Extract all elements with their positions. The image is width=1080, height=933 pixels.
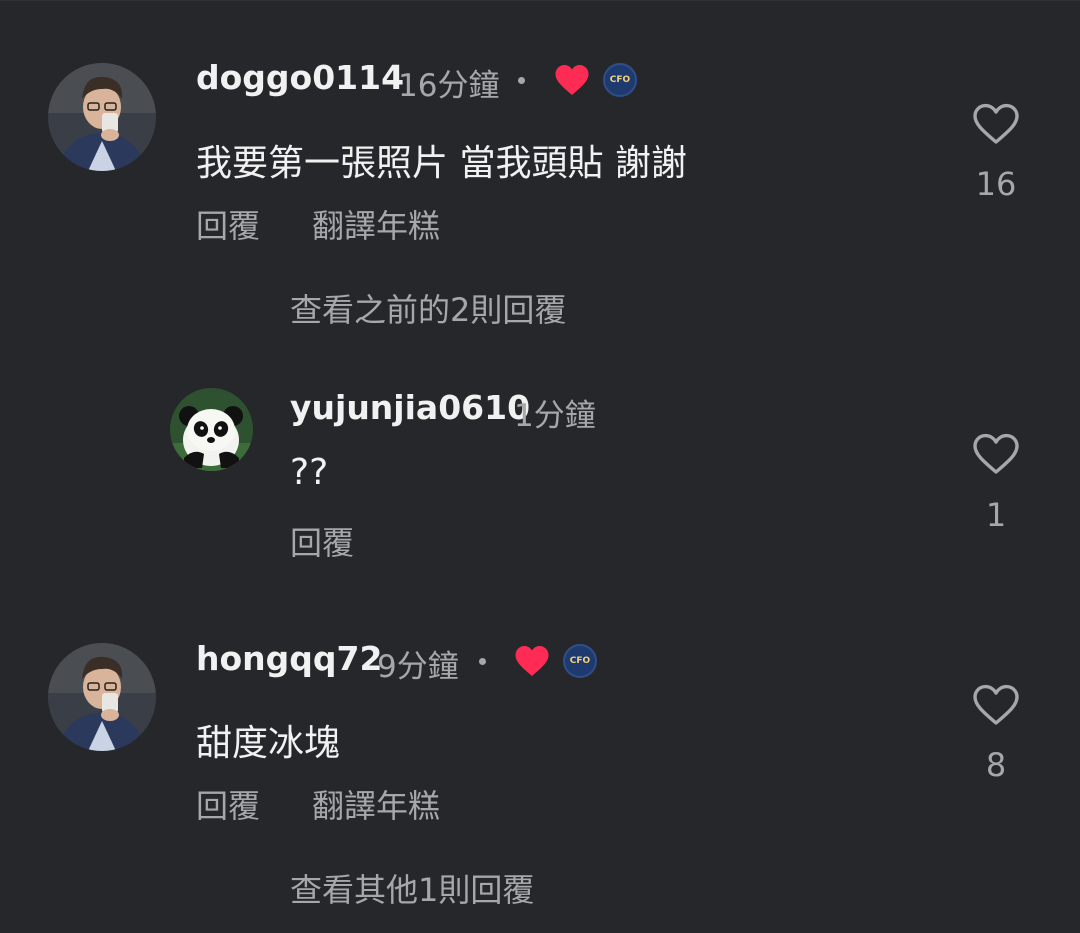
like-heart-icon[interactable] [972,102,1020,146]
comments-panel: doggo0114 16分鐘 CFO 我要第一張照片 當我頭貼 謝謝 回覆 翻譯… [0,0,1080,933]
separator-dot [518,77,525,84]
like-count: 16 [975,165,1017,203]
translate-button[interactable]: 翻譯年糕 [312,201,440,247]
divider [0,0,1080,1]
comment-username[interactable]: hongqq72 [196,639,382,678]
creator-liked-heart-icon [515,646,549,676]
comment-timestamp: 16分鐘 [398,68,500,104]
like-heart-icon[interactable] [972,432,1020,476]
comment-text: 我要第一張照片 當我頭貼 謝謝 [196,143,687,184]
avatar[interactable] [170,388,253,471]
comment-username[interactable]: yujunjia0610 [290,388,530,427]
like-count: 8 [985,746,1007,784]
creator-avatar-badge-icon: CFO [603,63,637,97]
translate-button[interactable]: 翻譯年糕 [312,781,440,827]
reply-button[interactable]: 回覆 [196,201,260,247]
comment-username[interactable]: doggo0114 [196,58,404,97]
reply-button[interactable]: 回覆 [290,518,354,564]
avatar[interactable] [48,63,156,171]
creator-avatar-badge-icon: CFO [563,644,597,678]
like-heart-icon[interactable] [972,683,1020,727]
separator-dot [479,658,486,665]
avatar[interactable] [48,643,156,751]
comment-text: 甜度冰塊 [196,723,341,764]
reply-button[interactable]: 回覆 [196,781,260,827]
comment-timestamp: 1分鐘 [514,398,596,434]
view-previous-replies-button[interactable]: 查看之前的2則回覆 [290,285,566,331]
comment-text: ?? [290,452,329,493]
comment-timestamp: 9分鐘 [377,649,459,685]
like-count: 1 [985,496,1007,534]
creator-liked-heart-icon [555,65,589,95]
view-more-replies-button[interactable]: 查看其他1則回覆 [290,865,534,911]
